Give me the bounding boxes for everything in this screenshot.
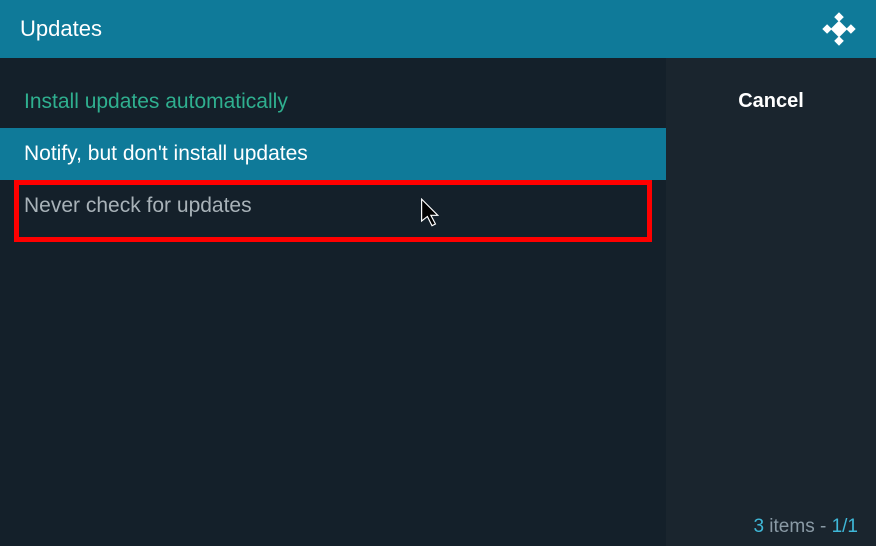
dialog-title: Updates: [20, 16, 102, 42]
kodi-logo-icon: [822, 12, 856, 46]
titlebar: Updates: [0, 0, 876, 58]
dialog-window: Updates Install updates automatically No…: [0, 0, 876, 546]
footer-status: 3 items - 1/1: [753, 516, 858, 538]
option-notify-only[interactable]: Notify, but don't install updates: [0, 128, 666, 180]
cancel-button[interactable]: Cancel: [666, 76, 876, 127]
content-area: Install updates automatically Notify, bu…: [0, 58, 876, 546]
option-never-check[interactable]: Never check for updates: [0, 180, 666, 232]
items-label: items -: [764, 516, 832, 537]
option-install-auto[interactable]: Install updates automatically: [0, 76, 666, 128]
options-list: Install updates automatically Notify, bu…: [0, 58, 666, 546]
item-count: 3: [753, 516, 764, 537]
side-panel: Cancel: [666, 58, 876, 546]
page-indicator: 1/1: [832, 516, 858, 537]
